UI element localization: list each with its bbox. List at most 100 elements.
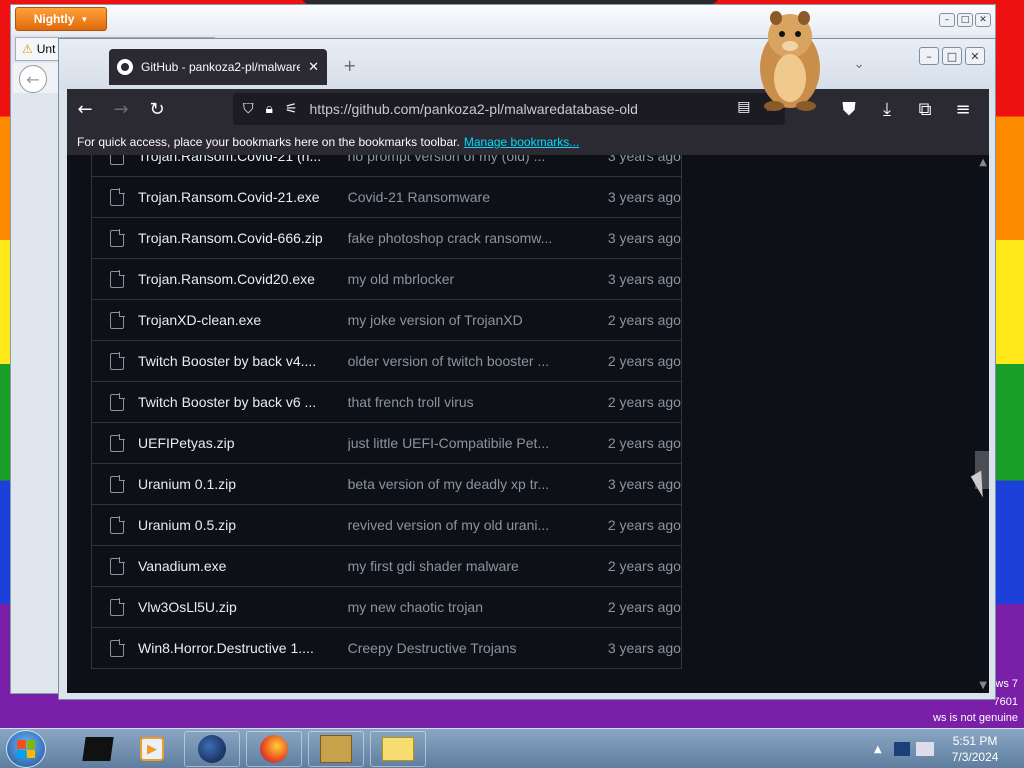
manage-bookmarks-link[interactable]: Manage bookmarks... <box>464 135 579 149</box>
new-tab-icon[interactable]: + <box>343 56 356 75</box>
file-name[interactable]: Trojan.Ransom.Covid20.exe <box>138 271 348 287</box>
file-name[interactable]: Twitch Booster by back v4.... <box>138 353 348 369</box>
taskbar-app-ie[interactable] <box>184 731 240 767</box>
menu-icon[interactable]: ≡ <box>945 93 981 125</box>
minimize-button[interactable]: – <box>919 47 939 65</box>
page-content: Trojan.Ransom.Covid-21 (n... no prompt ve… <box>67 155 989 693</box>
tab-list-icon[interactable]: ⌄ <box>853 56 865 72</box>
tab-github[interactable]: GitHub - pankoza2-pl/malware ✕ <box>109 49 327 85</box>
file-name[interactable]: Trojan.Ransom.Covid-21.exe <box>138 189 348 205</box>
scroll-up-icon[interactable]: ▲ <box>979 157 987 168</box>
maximize-button[interactable]: □ <box>957 13 973 27</box>
file-icon <box>110 187 125 206</box>
firefox-titlebar[interactable]: GitHub - pankoza2-pl/malware ✕ + ⌄ – □ ✕ <box>59 39 995 89</box>
start-button[interactable] <box>6 730 46 768</box>
commit-age: 3 years ago <box>607 189 681 205</box>
commit-message[interactable]: my joke version of TrojanXD <box>348 312 592 328</box>
commit-message[interactable]: that french troll virus <box>348 394 592 410</box>
commit-message[interactable]: beta version of my deadly xp tr... <box>348 476 592 492</box>
network-icon[interactable] <box>915 742 934 756</box>
file-row[interactable]: Trojan.Ransom.Covid-21.exe Covid-21 Ranso… <box>92 176 681 217</box>
taskbar-app-explorer[interactable] <box>370 731 426 767</box>
file-row[interactable]: Uranium 0.1.zip beta version of my deadly… <box>92 463 681 504</box>
file-name[interactable]: Vlw3OsLl5U.zip <box>138 599 348 615</box>
close-button[interactable]: ✕ <box>965 47 985 65</box>
clock[interactable]: 5:51 PM 7/3/2024 <box>952 733 999 765</box>
minimize-button[interactable]: – <box>939 13 955 27</box>
commit-message[interactable]: my first gdi shader malware <box>348 558 592 574</box>
commit-message[interactable]: fake photoshop crack ransomw... <box>348 230 592 246</box>
lock-icon[interactable]: 🔒︎ <box>266 101 273 117</box>
commit-message[interactable]: Creepy Destructive Trojans <box>348 640 592 656</box>
file-name[interactable]: Twitch Booster by back v6 ... <box>138 394 348 410</box>
taskbar-app-terminal[interactable] <box>70 731 126 767</box>
file-row[interactable]: Vlw3OsLl5U.zip my new chaotic trojan 2 yea… <box>92 586 681 627</box>
taskbar-app-firefox[interactable] <box>246 731 302 767</box>
file-row[interactable]: Trojan.Ransom.Covid-666.zip fake photosho… <box>92 217 681 258</box>
commit-message[interactable]: older version of twitch booster ... <box>348 353 592 369</box>
hamster-icon <box>760 11 820 111</box>
close-tab-icon[interactable]: ✕ <box>308 59 319 75</box>
system-tray: ▲ 5:51 PM 7/3/2024 <box>864 729 1024 768</box>
commit-message[interactable]: just little UEFI-Compatibile Pet... <box>348 435 592 451</box>
file-row[interactable]: UEFIPetyas.zip just little UEFI-Compatibi… <box>92 422 681 463</box>
file-row[interactable]: Trojan.Ransom.Covid20.exe my old mbrlocke… <box>92 258 681 299</box>
back-titlebar[interactable]: Nightly ▼ – □ ✕ <box>11 5 995 35</box>
scroll-down-icon[interactable]: ▼ <box>979 680 987 691</box>
reload-icon[interactable]: ↻ <box>139 93 175 125</box>
file-name[interactable]: UEFIPetyas.zip <box>138 435 348 451</box>
file-icon <box>110 638 125 657</box>
file-icon <box>110 515 125 534</box>
nightly-menu-button[interactable]: Nightly ▼ <box>15 7 107 31</box>
commit-age: 2 years ago <box>607 558 681 574</box>
chevron-down-icon: ▼ <box>80 14 89 24</box>
pocket-icon[interactable]: ⛊ <box>831 93 867 125</box>
permissions-icon[interactable]: ⚟ <box>285 101 298 117</box>
reader-view-icon[interactable]: ▤ <box>737 99 750 115</box>
extensions-icon[interactable]: ⧉ <box>907 93 943 125</box>
file-name[interactable]: Uranium 0.1.zip <box>138 476 348 492</box>
firefox-window[interactable]: GitHub - pankoza2-pl/malware ✕ + ⌄ – □ ✕… <box>58 38 996 700</box>
box-app-icon <box>320 735 352 763</box>
file-name[interactable]: TrojanXD-clean.exe <box>138 312 348 328</box>
file-name[interactable]: Vanadium.exe <box>138 558 348 574</box>
file-row[interactable]: Vanadium.exe my first gdi shader malware 2… <box>92 545 681 586</box>
firefox-icon <box>260 735 288 763</box>
watermark-line2: 7601 <box>993 696 1018 708</box>
file-row[interactable]: Twitch Booster by back v6 ... that french… <box>92 381 681 422</box>
file-row[interactable]: Uranium 0.5.zip revived version of my old… <box>92 504 681 545</box>
taskbar-app-media[interactable]: ▶ <box>124 731 180 767</box>
file-row[interactable]: Win8.Horror.Destructive 1.... Creepy Dest… <box>92 627 681 668</box>
download-icon[interactable]: ⤓ <box>869 93 905 125</box>
commit-message[interactable]: my new chaotic trojan <box>348 599 592 615</box>
file-icon <box>110 474 125 493</box>
back-arrow-icon[interactable]: ← <box>19 65 47 93</box>
commit-age: 2 years ago <box>607 435 681 451</box>
url-bar[interactable]: ⛉ 🔒︎ ⚟ https://github.com/pankoza2-pl/ma… <box>233 93 785 125</box>
commit-message[interactable]: revived version of my old urani... <box>348 517 592 533</box>
commit-message[interactable]: my old mbrlocker <box>348 271 592 287</box>
file-row[interactable]: Twitch Booster by back v4.... older versi… <box>92 340 681 381</box>
url-text[interactable]: https://github.com/pankoza2-pl/malwareda… <box>310 101 638 117</box>
file-icon <box>110 351 125 370</box>
action-center-icon[interactable] <box>893 742 910 756</box>
back-icon[interactable]: ← <box>67 93 103 125</box>
commit-message[interactable]: Covid-21 Ransomware <box>348 189 592 205</box>
maximize-button[interactable]: □ <box>942 47 962 65</box>
clock-time: 5:51 PM <box>952 734 998 748</box>
file-name[interactable]: Trojan.Ransom.Covid-21 (n... <box>138 155 348 164</box>
taskbar-app-box[interactable] <box>308 731 364 767</box>
commit-message[interactable]: no prompt version of my (old) ... <box>348 155 592 164</box>
windows-logo-icon <box>17 740 35 758</box>
file-row[interactable]: Trojan.Ransom.Covid-21 (n... no prompt ve… <box>92 155 681 176</box>
file-name[interactable]: Trojan.Ransom.Covid-666.zip <box>138 230 348 246</box>
shield-icon[interactable]: ⛉ <box>243 101 254 117</box>
close-button[interactable]: ✕ <box>975 13 991 27</box>
file-name[interactable]: Win8.Horror.Destructive 1.... <box>138 640 348 656</box>
tray-expand-icon[interactable]: ▲ <box>874 744 882 755</box>
file-name[interactable]: Uranium 0.5.zip <box>138 517 348 533</box>
scrollbar[interactable]: ▲ ▼ <box>975 155 989 693</box>
forward-icon[interactable]: → <box>103 93 139 125</box>
file-row[interactable]: TrojanXD-clean.exe my joke version of Tro… <box>92 299 681 340</box>
back-tab-label: Unt <box>36 42 56 56</box>
